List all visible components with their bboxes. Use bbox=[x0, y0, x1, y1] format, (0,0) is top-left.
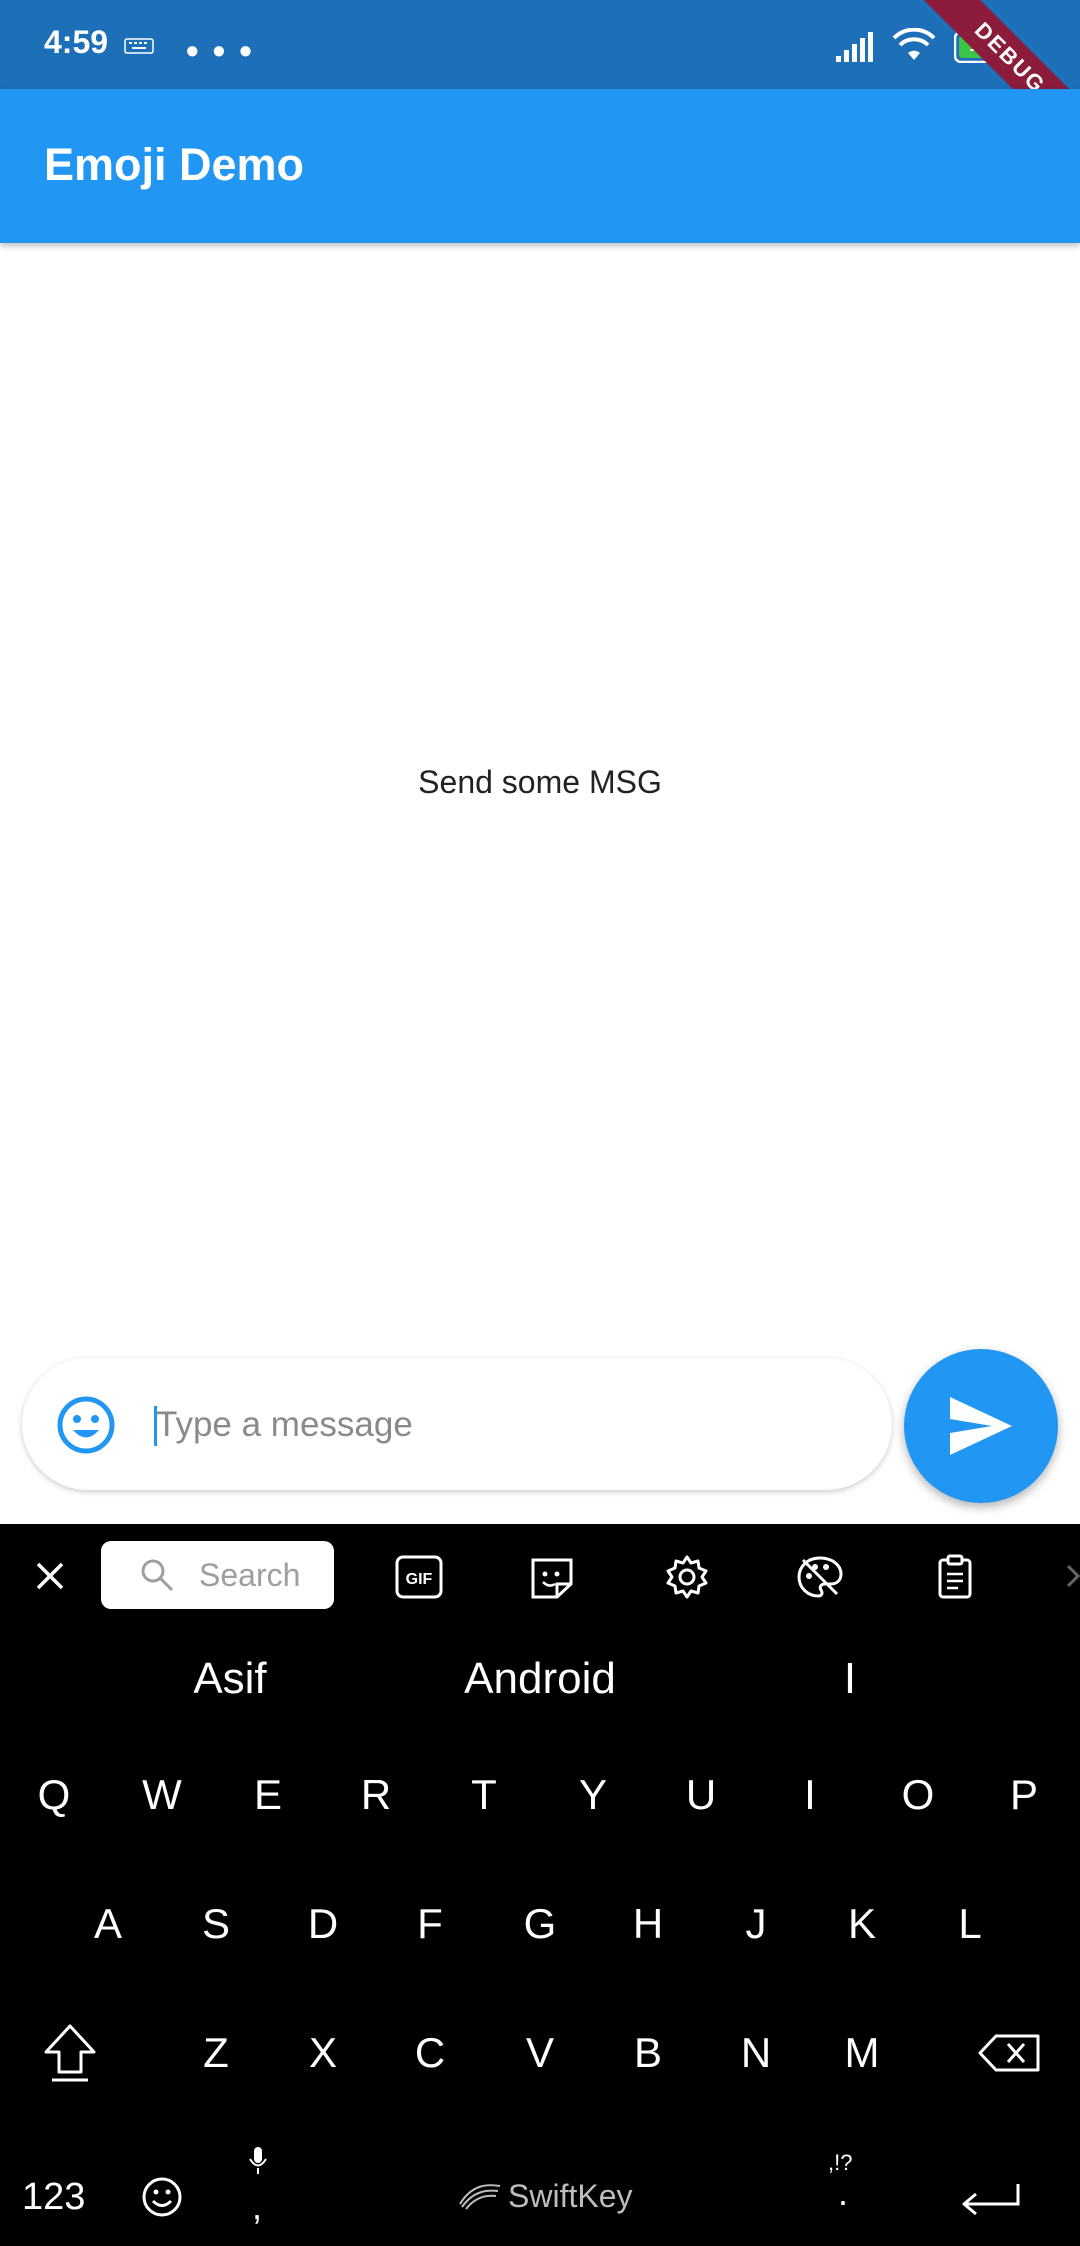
key-w[interactable]: W bbox=[122, 1745, 202, 1845]
suggestion-strip: Asif Android I bbox=[0, 1626, 1080, 1721]
key-q[interactable]: Q bbox=[14, 1745, 94, 1845]
signal-icon bbox=[836, 32, 873, 62]
key-y[interactable]: Y bbox=[553, 1745, 633, 1845]
keyboard-search[interactable]: Search bbox=[101, 1541, 334, 1609]
more-notifications-icon: • • • bbox=[186, 30, 254, 71]
emoji-key-icon[interactable] bbox=[141, 2176, 183, 2218]
key-b[interactable]: B bbox=[608, 2003, 688, 2103]
swiftkey-brand[interactable]: SwiftKey bbox=[508, 2178, 632, 2215]
shift-icon[interactable] bbox=[42, 2022, 98, 2084]
key-m[interactable]: M bbox=[822, 2003, 902, 2103]
app-bar: Emoji Demo bbox=[0, 89, 1080, 243]
key-g[interactable]: G bbox=[500, 1874, 580, 1974]
gif-label: GIF bbox=[406, 1571, 433, 1588]
key-n[interactable]: N bbox=[716, 2003, 796, 2103]
suggestion-item[interactable]: Android bbox=[400, 1654, 680, 1704]
key-j[interactable]: J bbox=[716, 1874, 796, 1974]
status-time: 4:59 bbox=[44, 24, 109, 60]
period-key[interactable]: . bbox=[838, 2172, 848, 2214]
key-v[interactable]: V bbox=[500, 2003, 580, 2103]
settings-gear-icon[interactable] bbox=[662, 1554, 712, 1600]
key-e[interactable]: E bbox=[228, 1745, 308, 1845]
key-t[interactable]: T bbox=[444, 1745, 524, 1845]
search-icon bbox=[141, 1559, 174, 1592]
key-d[interactable]: D bbox=[283, 1874, 363, 1974]
status-bar: 4:59 • • • 100 DEBUG bbox=[0, 0, 1080, 160]
keyboard-notification-icon bbox=[124, 38, 154, 54]
microphone-icon[interactable] bbox=[248, 2146, 268, 2176]
enter-icon[interactable] bbox=[960, 2182, 1022, 2220]
key-s[interactable]: S bbox=[176, 1874, 256, 1974]
send-icon bbox=[950, 1397, 1012, 1455]
sticker-icon[interactable] bbox=[527, 1554, 577, 1600]
key-a[interactable]: A bbox=[68, 1874, 148, 1974]
key-u[interactable]: U bbox=[661, 1745, 741, 1845]
key-l[interactable]: L bbox=[930, 1874, 1010, 1974]
key-z[interactable]: Z bbox=[176, 2003, 256, 2103]
key-p[interactable]: P bbox=[984, 1745, 1064, 1845]
empty-state-message: Send some MSG bbox=[418, 764, 662, 800]
key-c[interactable]: C bbox=[390, 2003, 470, 2103]
page-title: Emoji Demo bbox=[44, 139, 305, 190]
swiftkey-logo-icon[interactable] bbox=[458, 2180, 502, 2210]
suggestion-item[interactable]: Asif bbox=[120, 1654, 340, 1704]
emoji-picker-icon[interactable] bbox=[56, 1395, 116, 1455]
soft-keyboard: Search GIF Asif Android I Q W E R T Y U … bbox=[0, 1524, 1080, 2246]
comma-key[interactable]: , bbox=[252, 2186, 262, 2228]
numbers-key[interactable]: 123 bbox=[22, 2176, 85, 2219]
key-r[interactable]: R bbox=[336, 1745, 416, 1845]
key-x[interactable]: X bbox=[283, 2003, 363, 2103]
keyboard-bottom-row: 123 , SwiftKey ,!? . bbox=[0, 2136, 1080, 2246]
key-i[interactable]: I bbox=[770, 1745, 850, 1845]
keyboard-search-placeholder: Search bbox=[199, 1557, 301, 1593]
key-h[interactable]: H bbox=[608, 1874, 688, 1974]
chevron-right-icon[interactable] bbox=[1066, 1558, 1080, 1594]
backspace-icon[interactable] bbox=[978, 2034, 1042, 2072]
gif-icon[interactable]: GIF bbox=[394, 1554, 444, 1600]
message-input[interactable] bbox=[156, 1395, 856, 1455]
send-button[interactable] bbox=[904, 1349, 1058, 1503]
close-icon[interactable] bbox=[30, 1556, 70, 1596]
key-o[interactable]: O bbox=[878, 1745, 958, 1845]
key-f[interactable]: F bbox=[390, 1874, 470, 1974]
clipboard-icon[interactable] bbox=[930, 1554, 980, 1600]
key-k[interactable]: K bbox=[822, 1874, 902, 1974]
theme-palette-icon[interactable] bbox=[795, 1554, 845, 1600]
suggestion-item[interactable]: I bbox=[790, 1654, 910, 1704]
keyboard-toolbar: Search GIF bbox=[0, 1524, 1080, 1626]
